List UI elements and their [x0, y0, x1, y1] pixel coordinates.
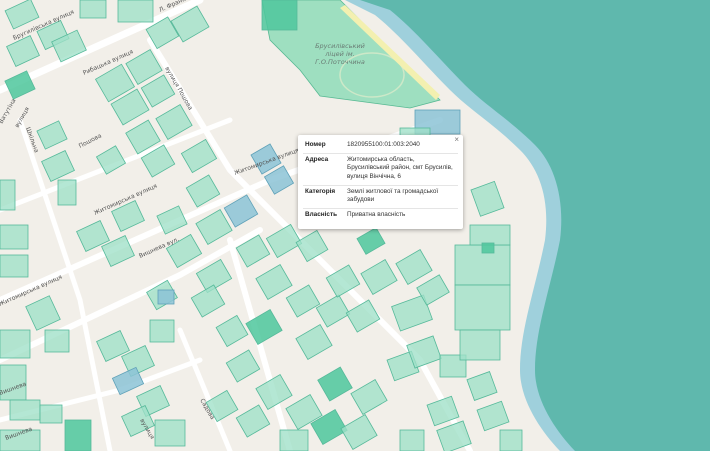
close-icon[interactable]: × [454, 135, 459, 144]
category-value: Землі житлової та громадської забудови [345, 185, 458, 209]
address-label: Адреса [303, 153, 345, 186]
school-label-line: Г.О.Поточчина [315, 58, 365, 66]
table-row: Номер 1820955100:01:003:2040 [303, 139, 458, 154]
school-building [261, 0, 298, 31]
table-row: Власність Приватна власність [303, 208, 458, 222]
category-label: Категорія [303, 185, 345, 209]
table-row: Категорія Землі житлової та громадської … [303, 185, 458, 209]
number-label: Номер [303, 139, 345, 154]
parcel-info-table: Номер 1820955100:01:003:2040 Адреса Жито… [303, 139, 458, 222]
school-label-line: ліцей ім. [324, 50, 354, 58]
table-row: Адреса Житомирська область, Брусилівськи… [303, 153, 458, 186]
ownership-value: Приватна власність [347, 210, 406, 218]
number-value: 1820955100:01:003:2040 [345, 139, 458, 154]
map-canvas[interactable]: Бругилівська вулиця Ватутіна Рибацька ву… [0, 0, 710, 451]
ownership-label: Власність [305, 210, 338, 218]
address-value: Житомирська область, Брусилівський район… [345, 153, 458, 186]
school-label-line: Брусилівський [315, 42, 365, 50]
parcel-info-popup: × Номер 1820955100:01:003:2040 Адреса Жи… [298, 135, 463, 230]
